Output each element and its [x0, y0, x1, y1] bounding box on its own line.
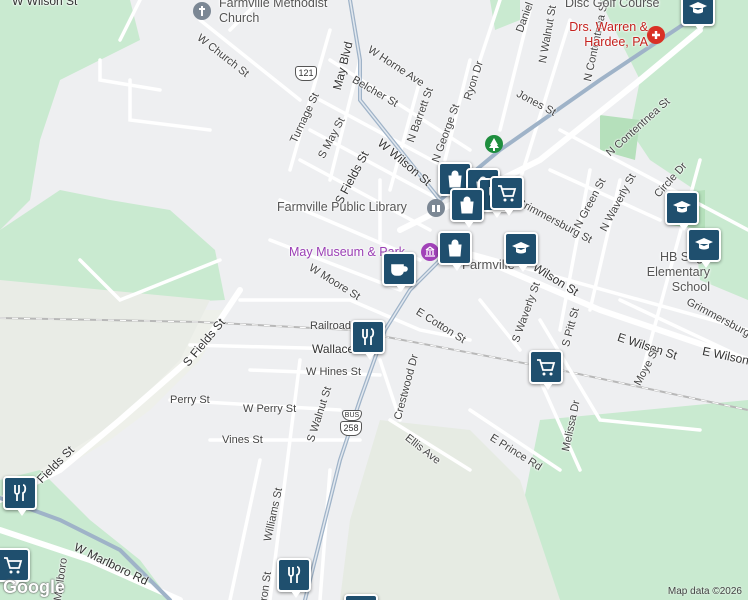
- poi-disc-golf[interactable]: Disc Golf Course: [565, 0, 659, 10]
- school-pin[interactable]: [681, 0, 715, 32]
- shopping-pin[interactable]: [344, 594, 378, 600]
- map-canvas[interactable]: 121 BUS 258 W Wilson St W Church St W Ho…: [0, 0, 748, 600]
- shopping-pin[interactable]: [450, 188, 484, 228]
- museum-icon[interactable]: [421, 243, 439, 261]
- google-logo: Google: [3, 577, 65, 597]
- restaurant-pin[interactable]: [277, 558, 311, 598]
- park-icon[interactable]: [485, 135, 503, 153]
- grocery-pin[interactable]: [529, 350, 563, 390]
- school-pin[interactable]: [687, 228, 721, 268]
- route-shield-121: 121: [295, 66, 317, 81]
- poi-drs-warren-hardee[interactable]: Drs. Warren & Hardee, PA: [558, 20, 648, 50]
- street-label: W Perry St: [243, 403, 297, 415]
- restaurant-pin[interactable]: [3, 476, 37, 516]
- street-label: Wallace: [312, 342, 355, 356]
- grocery-pin[interactable]: [490, 176, 524, 216]
- medical-icon[interactable]: [647, 26, 665, 44]
- cafe-pin[interactable]: [382, 252, 416, 292]
- street-label: W Hines St: [306, 366, 362, 378]
- shopping-pin[interactable]: [438, 231, 472, 271]
- map-attribution[interactable]: Map data ©2026: [668, 586, 742, 597]
- street-label: W Wilson St: [12, 0, 78, 8]
- church-icon[interactable]: [193, 2, 211, 20]
- school-pin[interactable]: [504, 232, 538, 272]
- restaurant-pin[interactable]: [351, 320, 385, 360]
- library-icon[interactable]: [427, 199, 445, 217]
- street-label: Vines St: [222, 434, 263, 446]
- route-shield-258: 258: [340, 421, 362, 436]
- poi-library[interactable]: Farmville Public Library: [277, 200, 407, 214]
- street-label: Railroad: [310, 320, 351, 332]
- street-label: Perry St: [170, 394, 210, 406]
- school-pin[interactable]: [665, 191, 699, 231]
- poi-methodist-church[interactable]: Farmville Methodist Church: [219, 0, 339, 26]
